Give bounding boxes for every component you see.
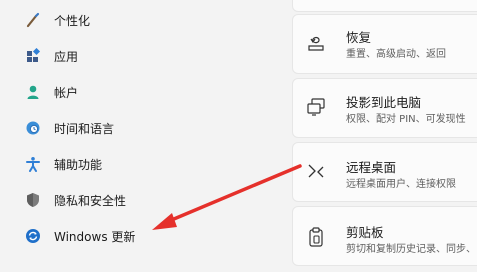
sidebar-item-label: 帐户	[54, 85, 79, 100]
card-title: 投影到此电脑	[346, 95, 422, 110]
settings-card-clipboard[interactable]: 剪贴板 剪切和复制历史记录、同步、	[292, 206, 477, 266]
shield-icon	[24, 191, 42, 209]
settings-card-recovery[interactable]: 恢复 重置、高级启动、返回	[292, 14, 477, 74]
sidebar-item-label: 个性化	[54, 13, 91, 28]
settings-card-project[interactable]: 投影到此电脑 权限、配对 PIN、可发现性	[292, 78, 477, 138]
settings-card-remote-desktop[interactable]: 远程桌面 远程桌面用户、连接权限	[292, 142, 477, 202]
sidebar-item-personalization[interactable]: 个性化	[18, 3, 90, 37]
project-icon	[305, 96, 327, 118]
sidebar-item-label: 时间和语言	[54, 121, 115, 136]
card-title: 远程桌面	[346, 160, 397, 175]
sidebar-item-time-language[interactable]: 时间和语言	[18, 111, 114, 145]
sync-icon	[24, 227, 42, 245]
sidebar-item-label: 隐私和安全性	[54, 193, 127, 208]
sidebar-item-label: 应用	[54, 49, 79, 64]
card-subtitle: 重置、高级启动、返回	[346, 49, 446, 60]
card-subtitle: 远程桌面用户、连接权限	[346, 179, 456, 190]
clipboard-icon	[305, 226, 327, 248]
sidebar-item-privacy-security[interactable]: 隐私和安全性	[18, 183, 126, 217]
sidebar-item-label: Windows 更新	[54, 229, 136, 244]
accessibility-icon	[24, 155, 42, 173]
card-title: 剪贴板	[346, 225, 384, 240]
account-icon	[24, 83, 42, 101]
sidebar-item-apps[interactable]: 应用	[18, 39, 78, 73]
settings-sidebar: 个性化 应用 帐户 时间和语言 辅助功能 隐私和安全性 Windows 更新	[0, 0, 280, 272]
card-title: 恢复	[346, 30, 372, 45]
settings-card-partial[interactable]	[292, 0, 477, 12]
remote-desktop-icon	[305, 161, 327, 183]
recovery-icon	[305, 31, 327, 53]
sidebar-item-accessibility[interactable]: 辅助功能	[18, 147, 102, 181]
sidebar-item-label: 辅助功能	[54, 157, 103, 172]
apps-icon	[24, 47, 42, 65]
card-subtitle: 权限、配对 PIN、可发现性	[346, 114, 466, 125]
brush-icon	[24, 11, 42, 29]
sidebar-item-windows-update[interactable]: Windows 更新	[18, 219, 135, 253]
globe-clock-icon	[24, 119, 42, 137]
card-subtitle: 剪切和复制历史记录、同步、	[346, 244, 476, 255]
sidebar-item-accounts[interactable]: 帐户	[18, 75, 78, 109]
